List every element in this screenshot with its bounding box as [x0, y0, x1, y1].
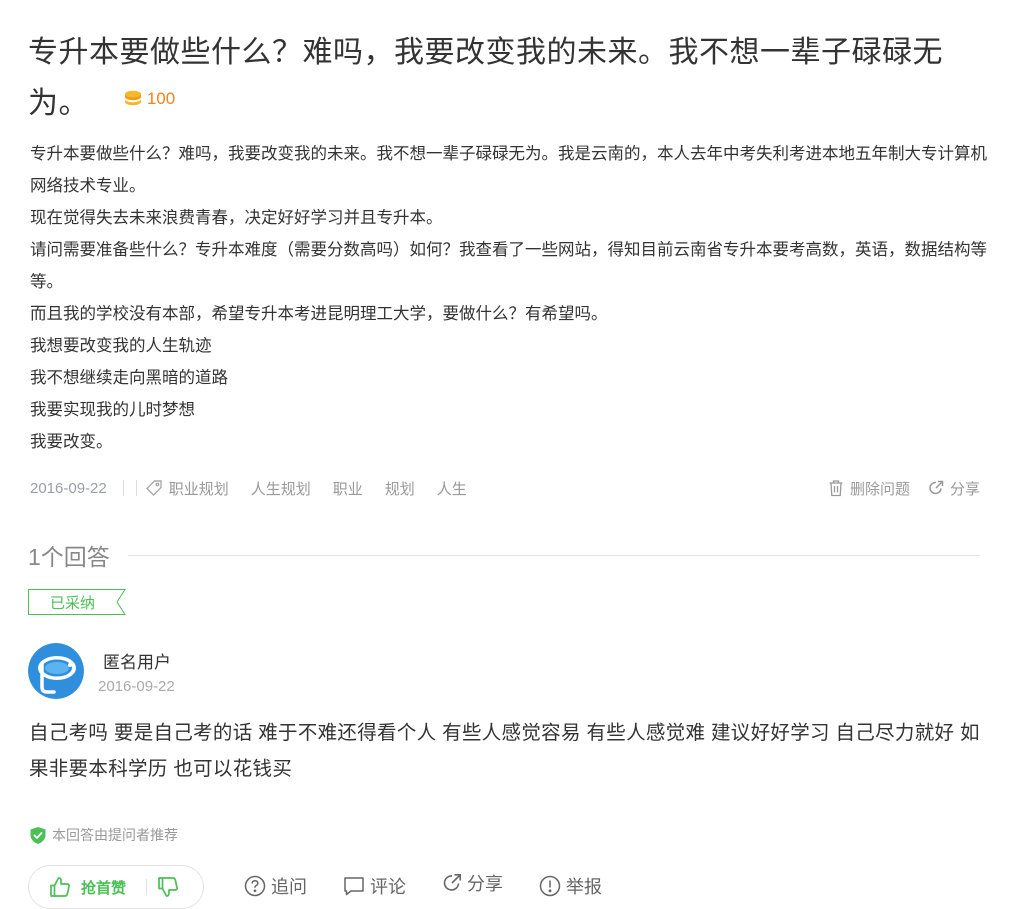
delete-question-button[interactable]: 删除问题: [828, 478, 910, 499]
question-meta: 2016-09-22 职业规划 人生规划 职业 规划 人生 删除问题 分享: [30, 476, 980, 500]
tag-link[interactable]: 规划: [385, 478, 415, 499]
question-paragraph: 现在觉得失去未来浪费青春，决定好好学习并且专升本。: [30, 209, 443, 227]
thumbs-down-icon: [158, 877, 178, 897]
comment-icon: [344, 877, 364, 896]
question-paragraph: 请问需要准备些什么？专升本难度（需要分数高吗）如何？我查看了一些网站，得知目前云…: [30, 241, 987, 291]
share-icon: [443, 874, 461, 891]
tag-link[interactable]: 职业规划: [169, 478, 229, 499]
follow-up-button[interactable]: 追问: [244, 873, 307, 899]
downvote-button[interactable]: [157, 876, 179, 898]
avatar[interactable]: [28, 643, 84, 699]
question-paragraph: 而且我的学校没有本部，希望专升本考进昆明理工大学，要做什么？有希望吗。: [30, 305, 608, 323]
tag-link[interactable]: 人生: [437, 478, 467, 499]
exclamation-circle-icon: [539, 875, 561, 897]
vote-group: 抢首赞: [28, 865, 204, 909]
delete-question-label: 删除问题: [849, 480, 910, 498]
divider: [127, 554, 980, 556]
adopted-label: 已采纳: [50, 595, 96, 612]
recommend-label: 本回答由提问者推荐: [52, 827, 178, 843]
adopted-badge: 已采纳: [28, 589, 126, 615]
shield-check-icon: [30, 826, 46, 844]
divider: [122, 480, 124, 496]
question-actions: 删除问题 分享: [810, 478, 980, 499]
divider: [135, 480, 137, 496]
thumbs-up-icon: [50, 877, 70, 897]
question-title: 专升本要做些什么？难吗，我要改变我的未来。我不想一辈子碌碌无为。 100: [28, 30, 988, 127]
reward-badge: 100: [122, 76, 175, 122]
report-button[interactable]: 举报: [539, 873, 602, 899]
tag-icon: [145, 479, 163, 497]
question-circle-icon: [244, 875, 266, 897]
share-question-button[interactable]: 分享: [928, 478, 980, 499]
question-paragraph: 我不想继续走向黑暗的道路: [30, 369, 228, 387]
question-paragraph: 我要改变。: [30, 433, 113, 451]
tag-link[interactable]: 职业: [333, 478, 363, 499]
question-body: 专升本要做些什么？难吗，我要改变我的未来。我不想一辈子碌碌无为。我是云南的，本人…: [30, 138, 990, 458]
answer-actions: 追问 评论 分享 举报: [244, 873, 638, 899]
answer-date: 2016-09-22: [98, 678, 175, 695]
reward-value: 100: [146, 89, 176, 108]
tag-link[interactable]: 人生规划: [251, 478, 311, 499]
comment-label: 评论: [370, 877, 406, 897]
coin-icon: [124, 90, 141, 106]
question-paragraph: 专升本要做些什么？难吗，我要改变我的未来。我不想一辈子碌碌无为。我是云南的，本人…: [30, 145, 987, 195]
divider: [146, 879, 148, 895]
comment-button[interactable]: 评论: [343, 873, 406, 899]
share-question-label: 分享: [949, 480, 980, 498]
answer-count-header: 1个回答: [28, 538, 980, 572]
report-label: 举报: [566, 877, 602, 897]
recommend-note: 本回答由提问者推荐: [29, 825, 178, 845]
follow-up-label: 追问: [271, 877, 307, 897]
share-answer-label: 分享: [467, 874, 503, 894]
user-name: 匿名用户: [103, 653, 171, 672]
question-paragraph: 我想要改变我的人生轨迹: [30, 337, 212, 355]
upvote-button[interactable]: 抢首赞: [29, 876, 126, 898]
question-date: 2016-09-22: [30, 479, 107, 497]
upvote-label: 抢首赞: [81, 879, 127, 897]
answer-count: 1个回答: [28, 544, 110, 570]
share-icon: [929, 480, 944, 495]
share-answer-button[interactable]: 分享: [442, 870, 503, 896]
trash-icon: [829, 480, 843, 497]
answer-body: 自己考吗 要是自己考的话 难于不难还得看个人 有些人感觉容易 有些人感觉难 建议…: [29, 722, 980, 780]
question-paragraph: 我要实现我的儿时梦想: [30, 401, 195, 419]
